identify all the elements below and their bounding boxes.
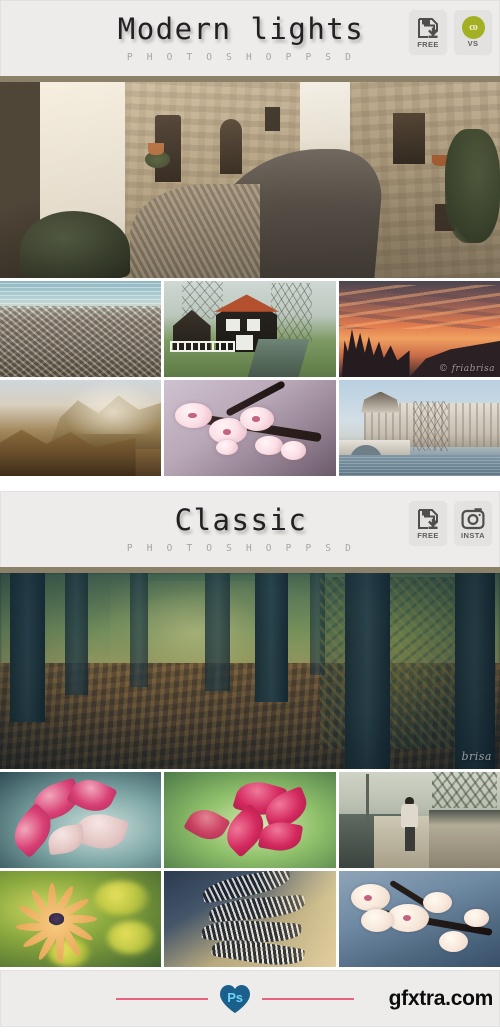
page-subtitle: P H O T O S H O P P S D [126,542,356,554]
thumbnail-grid: © friabrisa [0,278,500,479]
thumb-feathers[interactable] [164,871,336,967]
footer-rule-left [116,997,208,1000]
page-title: Classic [174,502,308,537]
page-subtitle: P H O T O S H O P P S D [126,51,356,63]
cherry-core-2 [403,915,412,921]
feather-warm-glow [253,871,336,967]
cherry-flower-4 [422,892,452,914]
beach-pebbles [0,305,162,377]
thumb-red-leaves[interactable] [164,772,336,868]
footer-center-group: Ps [116,983,354,1015]
thumbnail-row [0,871,500,970]
thumb-louvre-paris[interactable] [338,380,500,476]
daisy-bokeh-2 [106,920,155,954]
site-watermark: gfxtra.com [388,986,494,1010]
thumbnail-row [0,772,500,871]
louvre-bare-tree [412,401,449,452]
hero-artwork: brisa [0,573,500,769]
free-badge[interactable]: FREE [409,501,447,545]
thumbnail-row [0,380,500,479]
badge-group: FREE INSTA [409,501,492,545]
daisy-center [48,913,65,925]
free-badge-label: FREE [417,530,439,540]
floppy-download-icon [416,507,440,531]
dutch-door [236,334,254,351]
hero-village-alley[interactable] [0,82,500,278]
dutch-window-2 [246,319,261,331]
daisy-flower [13,882,100,964]
blossom-core-2 [222,428,232,435]
creative-market-circle-icon: co [461,16,485,40]
walk-wall [428,810,500,868]
section-header: Classic P H O T O S H O P P S D FREE INS… [0,491,500,567]
blossom-flower-4 [255,435,283,455]
section-header: Modern lights P H O T O S H O P P S D FR… [0,0,500,76]
dutch-fence [169,340,235,353]
footer-rule-right [262,997,354,1000]
thumb-walking-person[interactable] [338,772,500,868]
cm-glyph-text: co [469,22,478,34]
hero-artwork [0,82,500,278]
instagram-badge-label: INSTA [461,530,485,540]
cherry-bud-1 [464,909,489,927]
free-badge-label: FREE [417,39,439,49]
daisy-bokeh-1 [93,880,149,916]
thumb-yellow-daisy[interactable] [0,871,162,967]
sunset-clouds [338,284,500,329]
creativemarket-badge[interactable]: co VS [454,10,492,54]
thumb-golden-mountains[interactable] [0,380,162,476]
creativemarket-badge-label: VS [467,39,479,49]
thumb-pebble-beach[interactable] [0,281,162,377]
section-spacer [0,479,500,491]
beach-sea [0,281,162,308]
thumb-pink-leaves[interactable] [0,772,162,868]
walk-person-figure [400,796,419,851]
walk-trees [432,772,497,809]
section-modern-lights: Modern lights P H O T O S H O P P S D FR… [0,0,500,479]
photo-watermark: © friabrisa [438,364,495,374]
hero-warm-tone-overlay [0,82,500,278]
blossom-flower-5 [280,441,307,460]
free-badge[interactable]: FREE [409,10,447,54]
instagram-camera-icon [461,507,485,531]
person-shirt [401,804,418,829]
thumb-dutch-house[interactable] [164,281,336,377]
forest-vignette [0,573,500,769]
section-classic: Classic P H O T O S H O P P S D FREE INS… [0,491,500,970]
badge-group: FREE co VS [409,10,492,54]
thumb-blue-blossom[interactable] [338,871,500,967]
person-legs [404,827,415,851]
cherry-flower-5 [438,930,468,952]
photoshop-heart-logo: Ps [218,983,252,1015]
instagram-badge[interactable]: INSTA [454,501,492,545]
walk-lamp-post [366,773,369,824]
floppy-download-icon [416,16,440,40]
dutch-window-1 [226,319,240,331]
thumbnail-row: © friabrisa [0,281,500,380]
thumb-cherry-blossom[interactable] [164,380,336,476]
preview-page: Modern lights P H O T O S H O P P S D FR… [0,0,500,1032]
photoshop-label: Ps [227,989,243,1005]
blossom-flower-6 [215,439,238,455]
footer-bar: Ps gfxtra.com [0,970,500,1027]
thumbnail-grid [0,769,500,970]
photo-watermark: brisa [461,750,492,763]
louvre-seine-water [338,454,500,476]
page-title: Modern lights [117,11,365,46]
thumb-orange-sunset[interactable]: © friabrisa [338,281,500,377]
mountain-sun-haze [64,380,162,434]
hero-autumn-forest[interactable]: brisa [0,573,500,769]
